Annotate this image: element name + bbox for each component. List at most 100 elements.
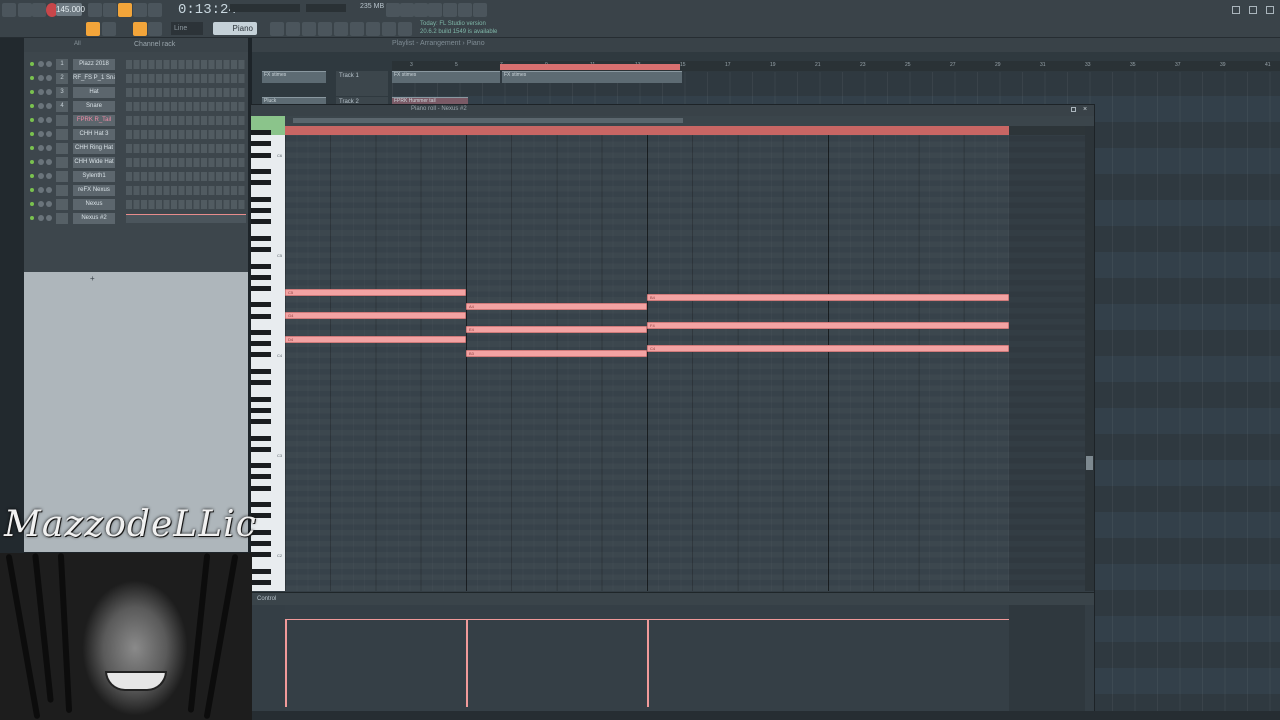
horizontal-scrollbar[interactable] (252, 711, 1280, 720)
channel-mute-led[interactable] (30, 188, 34, 192)
countdown-icon[interactable] (118, 3, 132, 17)
tools-icon[interactable] (400, 3, 414, 17)
channel-name[interactable]: Plazz 2018 (73, 59, 115, 70)
black-key[interactable] (251, 219, 271, 225)
channel-name[interactable]: Snare (73, 101, 115, 112)
black-key[interactable] (251, 579, 271, 585)
master-volume-slider[interactable] (230, 4, 300, 12)
note-grid[interactable]: C5 G4 D4 A4 E4 B3 B4 F4 C4 (285, 135, 1009, 591)
maximize-icon[interactable] (1249, 6, 1257, 14)
play-icon[interactable] (18, 3, 32, 17)
black-key[interactable] (251, 285, 271, 291)
black-key[interactable] (251, 169, 271, 175)
pan-knob[interactable] (38, 145, 44, 151)
channel-row[interactable]: FPRK R_Tail (24, 114, 248, 127)
channel-row[interactable]: 1 Plazz 2018 (24, 58, 248, 71)
note[interactable]: B3 (466, 349, 647, 357)
playlist-loop-marker[interactable] (500, 64, 680, 70)
pan-knob[interactable] (38, 201, 44, 207)
note-grid-outside[interactable] (1009, 135, 1085, 591)
channel-row[interactable]: CHH Wide Hat (24, 156, 248, 169)
master-pitch-slider[interactable] (306, 4, 346, 12)
step-sequencer[interactable] (126, 88, 246, 97)
note[interactable]: F4 (647, 321, 1009, 329)
channel-mute-led[interactable] (30, 104, 34, 108)
channel-mute-led[interactable] (30, 160, 34, 164)
volume-knob[interactable] (46, 201, 52, 207)
channel-mute-led[interactable] (30, 174, 34, 178)
step-sequencer[interactable] (126, 74, 246, 83)
song-time[interactable]: 0:13:24 (178, 2, 237, 18)
step-sequencer[interactable] (126, 200, 246, 209)
channel-name[interactable]: FPRK R_Tail (73, 115, 115, 126)
volume-knob[interactable] (46, 145, 52, 151)
black-key[interactable] (251, 396, 271, 402)
piano-roll-close-icon[interactable]: × (1083, 106, 1087, 113)
piano-roll-vertical-scrollbar[interactable] (1085, 126, 1094, 591)
black-key[interactable] (251, 435, 271, 441)
plugin-icon[interactable] (458, 3, 472, 17)
black-key[interactable] (251, 341, 271, 347)
volume-knob[interactable] (46, 131, 52, 137)
piano-roll-titlebar[interactable]: Piano roll - Nexus #2 × (251, 105, 1094, 116)
note[interactable]: D4 (285, 335, 466, 343)
step-sequencer[interactable] (126, 158, 246, 167)
velocity-bar[interactable] (647, 619, 649, 707)
piano-roll-ruler[interactable] (285, 126, 1009, 135)
undo-icon[interactable] (386, 3, 400, 17)
black-key[interactable] (251, 130, 271, 136)
channel-mute-led[interactable] (30, 132, 34, 136)
channel-filter[interactable]: All (74, 41, 81, 47)
mixer-track-number[interactable] (56, 157, 68, 168)
volume-knob[interactable] (46, 173, 52, 179)
volume-knob[interactable] (46, 61, 52, 67)
black-key[interactable] (251, 568, 271, 574)
channel-name[interactable]: CHH Hat 3 (73, 129, 115, 140)
draw-icon[interactable] (133, 22, 147, 36)
mixer-track-number[interactable] (56, 171, 68, 182)
volume-knob[interactable] (46, 187, 52, 193)
step-sequencer[interactable] (126, 116, 246, 125)
channel-row[interactable]: 2 RF_FS P_1 Snare (24, 72, 248, 85)
velocity-lane[interactable] (285, 605, 1009, 711)
playlist-clip[interactable]: FX stimes (502, 71, 682, 83)
channel-mute-led[interactable] (30, 216, 34, 220)
volume-knob[interactable] (46, 159, 52, 165)
pan-knob[interactable] (38, 103, 44, 109)
wrench-icon[interactable] (366, 22, 380, 36)
black-key[interactable] (251, 552, 271, 558)
track-header-1[interactable]: Track 1 (336, 71, 388, 96)
black-key[interactable] (251, 313, 271, 319)
mixer-track-number[interactable]: 2 (56, 73, 68, 84)
channel-rack-icon[interactable] (334, 22, 348, 36)
piano-roll-maximize-icon[interactable] (1071, 107, 1076, 112)
mixer-track-number[interactable] (56, 185, 68, 196)
volume-knob[interactable] (46, 103, 52, 109)
black-key[interactable] (251, 463, 271, 469)
step-sequencer[interactable] (126, 60, 246, 69)
snap-mode-select[interactable]: Line (171, 22, 203, 35)
plugin-db-icon[interactable] (350, 22, 364, 36)
channel-name[interactable]: Nexus #2 (73, 213, 115, 224)
black-key[interactable] (251, 302, 271, 308)
black-key[interactable] (251, 474, 271, 480)
menu-icon[interactable] (2, 3, 16, 17)
pan-knob[interactable] (38, 89, 44, 95)
volume-knob[interactable] (46, 89, 52, 95)
piano-roll-scrollbar[interactable] (293, 118, 683, 123)
channel-name[interactable]: reFX Nexus (73, 185, 115, 196)
mixer-icon[interactable] (318, 22, 332, 36)
playlist-clip[interactable]: FX stimes (392, 71, 500, 83)
pan-knob[interactable] (38, 159, 44, 165)
volume-knob[interactable] (46, 75, 52, 81)
mixer-track-number[interactable] (56, 199, 68, 210)
pan-knob[interactable] (38, 173, 44, 179)
paint-icon[interactable] (148, 22, 162, 36)
note[interactable]: C4 (647, 344, 1009, 352)
black-key[interactable] (251, 369, 271, 374)
mixer-track-number[interactable]: 4 (56, 101, 68, 112)
add-channel-icon[interactable]: + (90, 274, 95, 283)
channel-row[interactable]: reFX Nexus (24, 184, 248, 197)
black-key[interactable] (251, 330, 271, 336)
black-key[interactable] (251, 485, 271, 491)
